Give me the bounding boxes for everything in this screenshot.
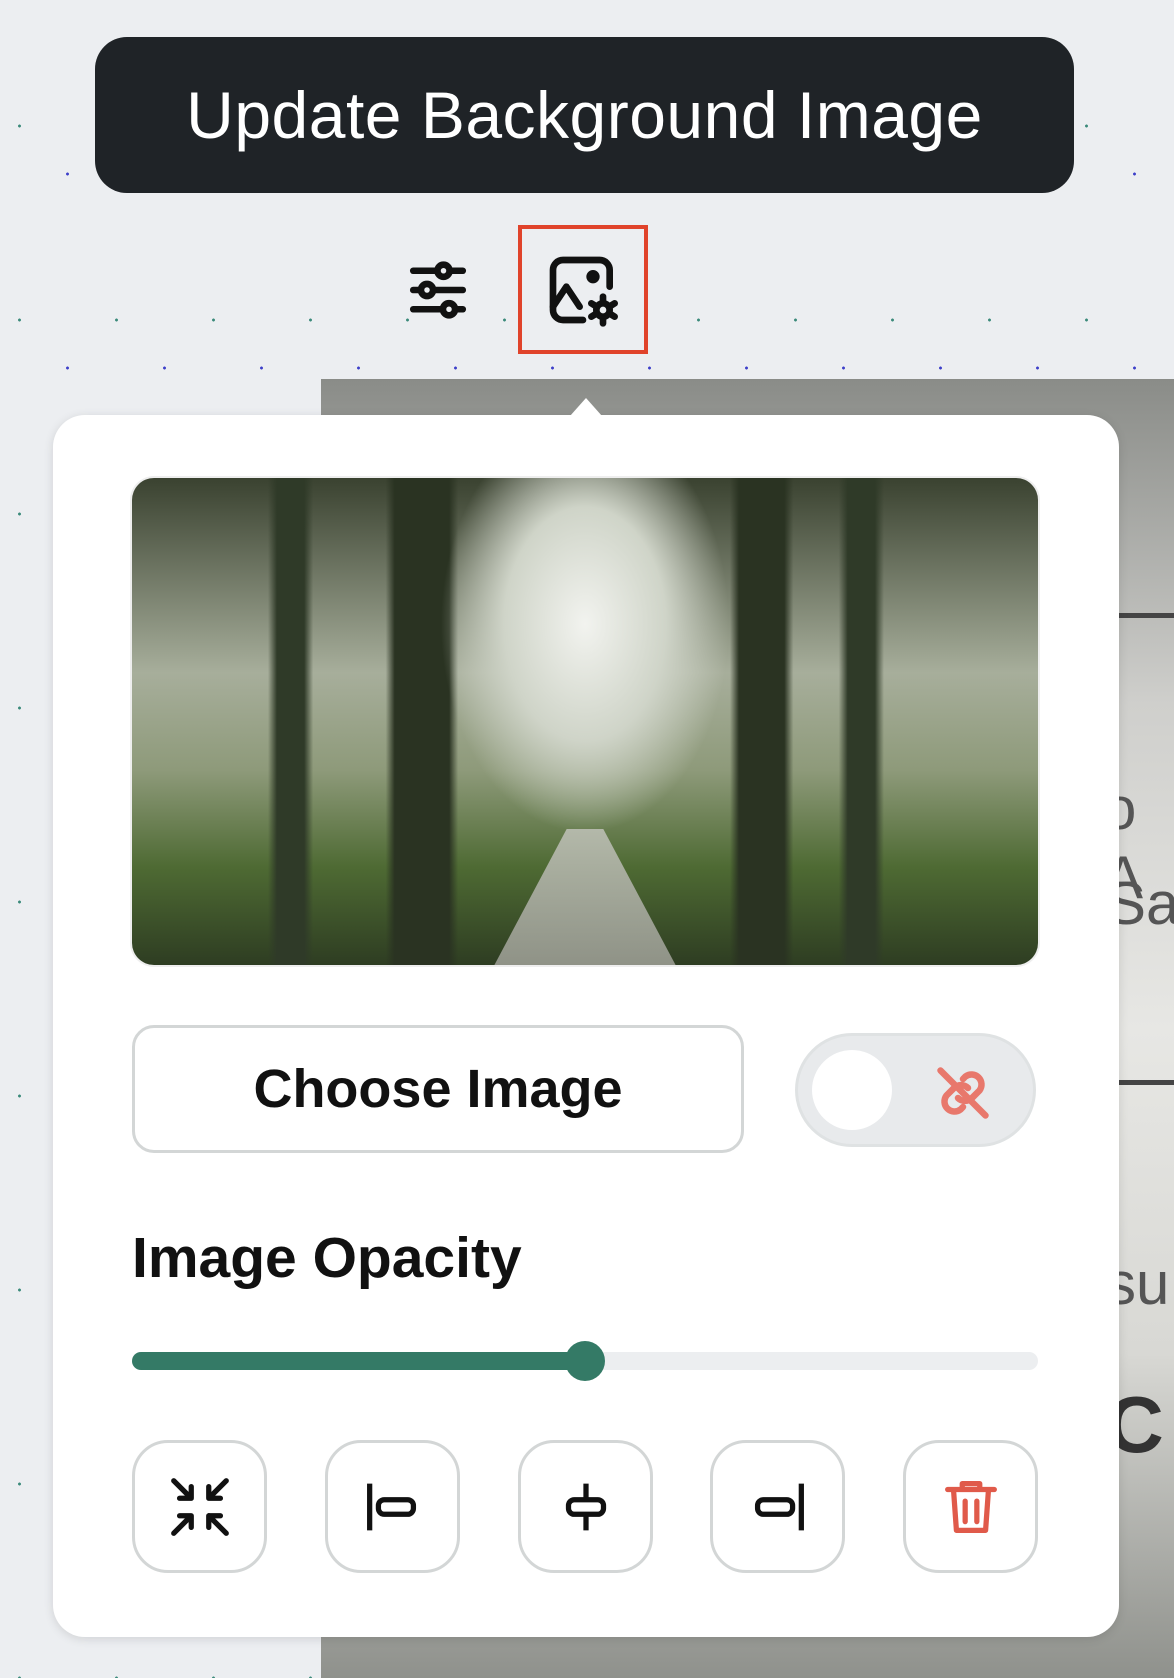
fit-button[interactable]: [132, 1440, 267, 1573]
tooltip-text: Update Background Image: [186, 78, 983, 152]
choose-image-button[interactable]: Choose Image: [132, 1025, 744, 1153]
trash-icon: [944, 1480, 997, 1533]
align-center-button[interactable]: [518, 1440, 653, 1573]
adjustments-button[interactable]: [398, 250, 478, 330]
delete-button[interactable]: [903, 1440, 1038, 1573]
link-toggle[interactable]: [795, 1033, 1036, 1147]
sliders-icon: [409, 261, 467, 319]
image-opacity-label: Image Opacity: [132, 1226, 522, 1290]
tooltip: Update Background Image: [95, 37, 1074, 193]
toggle-knob: [812, 1050, 892, 1130]
unlink-icon: [937, 1067, 989, 1119]
align-center-icon: [565, 1483, 606, 1530]
align-left-icon: [366, 1483, 416, 1530]
image-settings-button[interactable]: [518, 225, 648, 354]
image-settings-icon: [549, 256, 618, 327]
align-right-button[interactable]: [710, 1440, 845, 1573]
opacity-slider-fill: [132, 1352, 585, 1370]
align-left-button[interactable]: [325, 1440, 460, 1573]
preview-path: [494, 828, 676, 965]
image-preview: [132, 478, 1038, 965]
align-right-icon: [754, 1483, 804, 1530]
collapse-arrows-icon: [170, 1477, 229, 1536]
popover-arrow: [570, 398, 602, 416]
opacity-slider-thumb[interactable]: [565, 1341, 605, 1381]
opacity-slider[interactable]: [132, 1341, 1038, 1381]
